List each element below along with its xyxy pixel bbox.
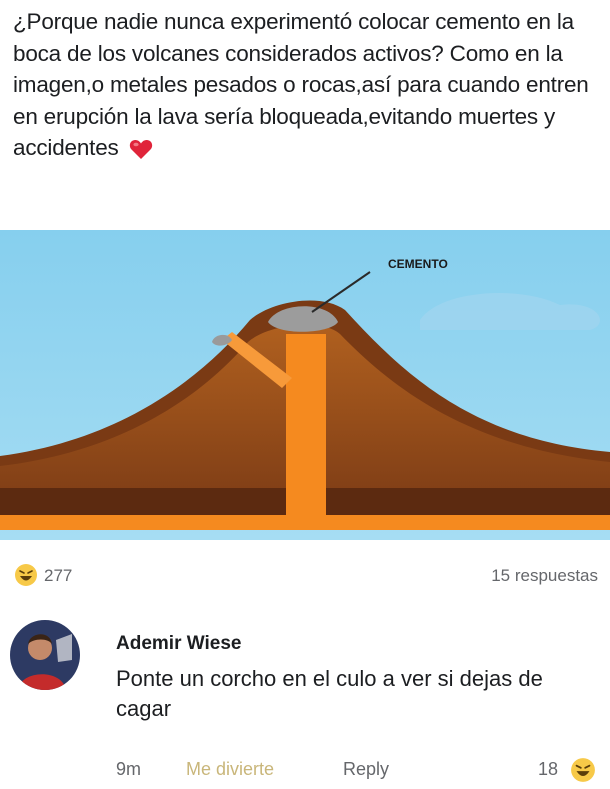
reaction-bar: 277 15 respuestas bbox=[0, 560, 610, 590]
post-text-block: ¿Porque nadie nunca experimentó colocar … bbox=[13, 6, 603, 169]
cement-label: CEMENTO bbox=[388, 257, 448, 271]
comment-author[interactable]: Ademir Wiese bbox=[116, 633, 242, 655]
lava-conduit bbox=[286, 334, 326, 524]
reply-button[interactable]: Reply bbox=[343, 759, 389, 780]
comment-reaction-count[interactable]: 18 bbox=[538, 759, 558, 780]
post-text: ¿Porque nadie nunca experimentó colocar … bbox=[13, 9, 589, 160]
comment-text: Ponte un corcho en el culo a ver si deja… bbox=[116, 666, 543, 721]
comment-time[interactable]: 9m bbox=[116, 759, 141, 780]
replies-link[interactable]: 15 respuestas bbox=[491, 566, 598, 586]
like-button[interactable]: Me divierte bbox=[186, 759, 274, 780]
haha-emoji-icon[interactable] bbox=[14, 563, 38, 587]
red-heart-icon bbox=[129, 137, 153, 169]
haha-emoji-icon[interactable] bbox=[570, 757, 596, 783]
comment-actions: 9m Me divierte Reply 18 bbox=[0, 755, 610, 785]
reaction-count[interactable]: 277 bbox=[44, 566, 72, 586]
avatar[interactable] bbox=[10, 620, 80, 690]
volcano-illustration: CEMENTO bbox=[0, 230, 610, 540]
